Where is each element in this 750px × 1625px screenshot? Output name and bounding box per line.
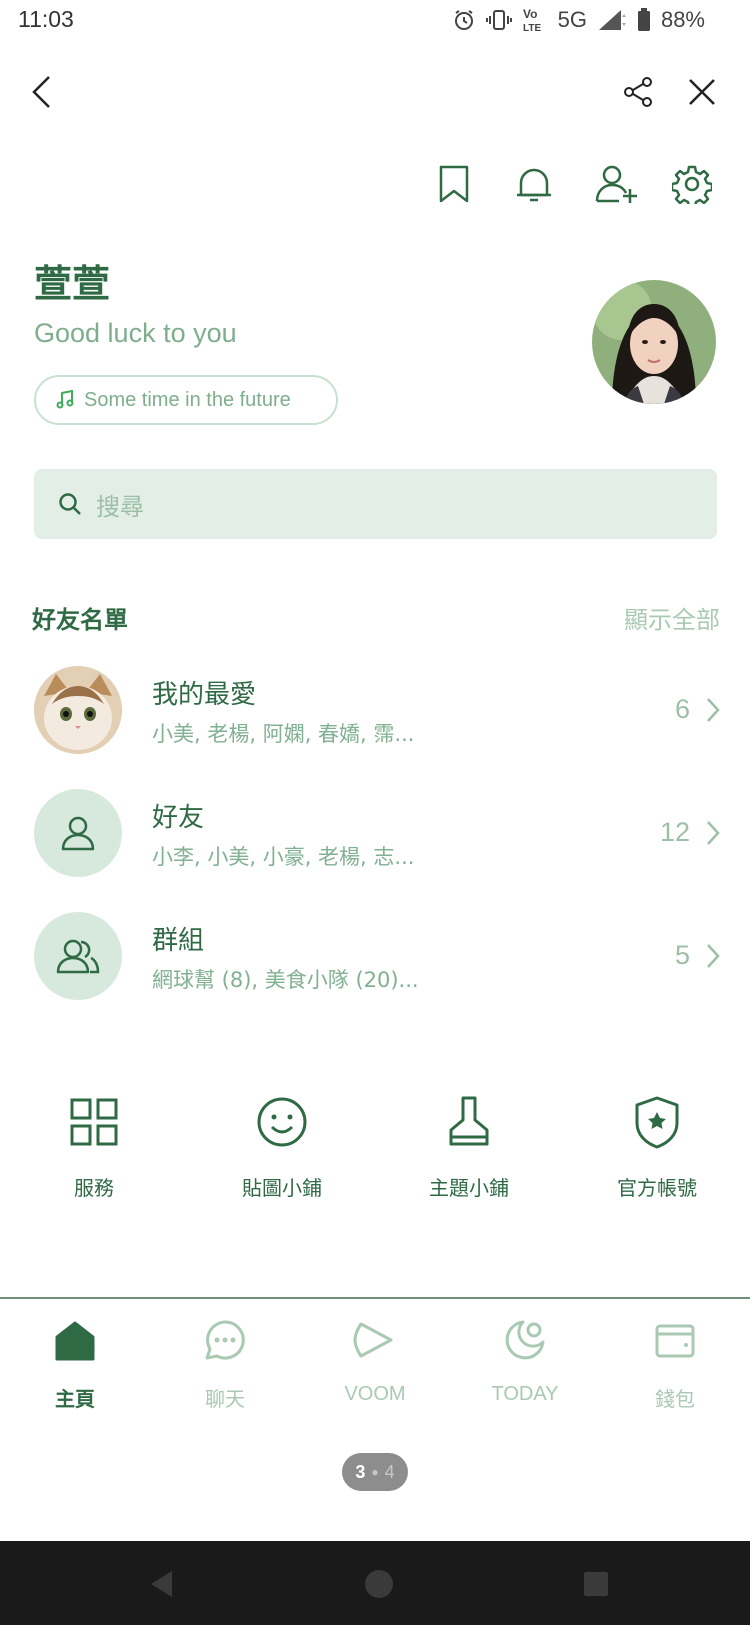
- row-count: 5: [674, 940, 690, 970]
- home-icon: [55, 1321, 95, 1361]
- status-icons: Vo LTE 5G 88%: [452, 6, 705, 34]
- battery-label: 88%: [660, 7, 705, 32]
- tab-label: 聊天: [205, 1389, 245, 1411]
- page-separator: ●: [371, 1465, 379, 1479]
- svg-text:LTE: LTE: [523, 23, 541, 34]
- signal-icon: [598, 10, 626, 30]
- back-button[interactable]: [20, 70, 64, 114]
- row-members: 小李, 小美, 小豪, 老楊, 志...: [152, 845, 415, 869]
- row-name: 我的最愛: [152, 680, 257, 710]
- shield-star-icon: [635, 1096, 679, 1149]
- row-name: 群組: [152, 926, 205, 956]
- network-label: 5G: [557, 7, 587, 32]
- vibrate-icon: [485, 10, 512, 30]
- tab-voom[interactable]: VOOM: [320, 1315, 430, 1415]
- music-note-icon: [56, 390, 74, 409]
- chevron-right-icon: [707, 821, 720, 845]
- show-all-link[interactable]: 顯示全部: [624, 600, 720, 635]
- shortcut-label: 主題小鋪: [429, 1176, 509, 1200]
- shortcut-sticker-shop[interactable]: 貼圖小鋪: [212, 1092, 352, 1222]
- chevron-left-icon: [32, 76, 50, 108]
- shortcut-label: 服務: [74, 1176, 114, 1200]
- share-button[interactable]: [616, 70, 660, 114]
- tab-wallet[interactable]: 錢包: [620, 1315, 730, 1415]
- svg-text:Vo: Vo: [523, 7, 537, 21]
- page-indicator: 3 ● 4: [342, 1453, 408, 1491]
- close-button[interactable]: [680, 70, 724, 114]
- share-icon: [624, 77, 652, 107]
- chevron-right-icon: [707, 944, 720, 968]
- settings-button[interactable]: [668, 160, 716, 208]
- wallet-icon: [655, 1324, 695, 1358]
- today-icon: [505, 1320, 545, 1360]
- row-count: 6: [674, 694, 690, 724]
- list-item-groups[interactable]: 群組 網球幫 (8), 美食小隊 (20)... 5: [34, 912, 720, 1002]
- tab-label: 主頁: [55, 1389, 95, 1411]
- search-input[interactable]: 搜尋: [34, 469, 717, 539]
- shortcut-theme-shop[interactable]: 主題小鋪: [399, 1092, 539, 1222]
- close-icon: [689, 79, 715, 105]
- nav-recents-icon[interactable]: [583, 1571, 609, 1597]
- gear-icon: [672, 165, 712, 204]
- bookmark-icon: [439, 165, 469, 203]
- profile-music[interactable]: Some time in the future: [34, 375, 338, 425]
- tab-label: 錢包: [655, 1389, 695, 1411]
- tab-home[interactable]: 主頁: [20, 1315, 130, 1415]
- battery-icon: [637, 8, 650, 31]
- status-message[interactable]: Good luck to you: [34, 318, 237, 349]
- add-person-icon: [595, 165, 637, 203]
- row-members: 網球幫 (8), 美食小隊 (20)...: [152, 968, 419, 992]
- shortcut-services[interactable]: 服務: [24, 1092, 164, 1222]
- tab-today[interactable]: TODAY: [470, 1315, 580, 1415]
- row-name: 好友: [152, 803, 205, 833]
- page-total: 4: [384, 1461, 395, 1482]
- row-count: 12: [659, 817, 690, 847]
- brush-icon: [449, 1096, 489, 1146]
- status-time: 11:03: [18, 6, 74, 32]
- friends-section-title: 好友名單: [32, 606, 128, 634]
- shortcut-label: 官方帳號: [617, 1176, 697, 1200]
- list-item-friends[interactable]: 好友 小李, 小美, 小豪, 老楊, 志... 12: [34, 789, 720, 879]
- groups-thumbnail: [34, 912, 122, 1000]
- status-bar: 11:03 Vo LTE 5G 88%: [0, 0, 750, 44]
- search-icon: [59, 493, 81, 515]
- shortcut-label: 貼圖小鋪: [242, 1176, 322, 1200]
- notification-button[interactable]: [510, 160, 558, 208]
- add-friend-button[interactable]: [590, 160, 644, 208]
- page-current: 3: [355, 1461, 366, 1482]
- voom-icon: [353, 1322, 393, 1358]
- chat-icon: [205, 1320, 245, 1360]
- system-navigation-bar: [0, 1541, 750, 1625]
- volte-icon: Vo LTE: [523, 7, 541, 34]
- person-icon: [61, 816, 95, 851]
- list-item-favorites[interactable]: 我的最愛 小美, 老楊, 阿嫻, 春嬌, 霈... 6: [34, 666, 720, 756]
- profile-avatar[interactable]: [592, 280, 716, 404]
- row-members: 小美, 老楊, 阿嫻, 春嬌, 霈...: [152, 722, 415, 746]
- nav-home-icon[interactable]: [364, 1569, 394, 1599]
- music-title: Some time in the future: [84, 388, 291, 411]
- nav-back-icon[interactable]: [148, 1569, 176, 1599]
- tab-label: TODAY: [491, 1383, 559, 1405]
- bookmark-button[interactable]: [430, 160, 478, 208]
- bell-icon: [517, 168, 551, 202]
- friends-thumbnail: [34, 789, 122, 877]
- favorites-thumbnail: [34, 666, 122, 754]
- grid-icon: [70, 1098, 118, 1146]
- alarm-icon: [454, 10, 473, 30]
- tabbar-divider: [0, 1297, 750, 1299]
- search-placeholder: 搜尋: [96, 492, 144, 521]
- smiley-icon: [257, 1097, 307, 1147]
- chevron-right-icon: [707, 698, 720, 722]
- tab-label: VOOM: [344, 1383, 406, 1405]
- shortcut-official-accounts[interactable]: 官方帳號: [587, 1092, 727, 1222]
- profile-name: 萱萱: [34, 262, 111, 306]
- group-icon: [56, 939, 100, 974]
- tab-chat[interactable]: 聊天: [170, 1315, 280, 1415]
